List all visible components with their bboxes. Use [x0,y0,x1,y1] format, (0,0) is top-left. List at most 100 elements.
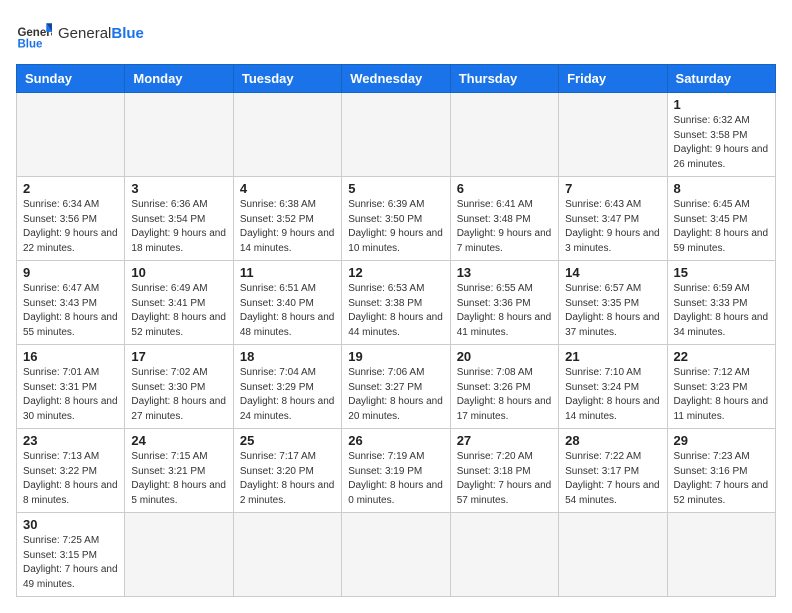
day-number: 8 [674,181,769,196]
day-number: 22 [674,349,769,364]
day-cell: 19Sunrise: 7:06 AM Sunset: 3:27 PM Dayli… [342,345,450,429]
day-info: Sunrise: 7:01 AM Sunset: 3:31 PM Dayligh… [23,366,118,424]
day-cell: 6 Sunrise: 6:41 AM Sunset: 3:48 PM Daylig… [450,177,558,261]
day-cell: 25Sunrise: 7:17 AM Sunset: 3:20 PM Dayli… [233,429,341,513]
day-cell: 28 Sunrise: 7:22 AM Sunset: 3:17 PM Dayli… [559,429,667,513]
day-number: 1 [674,97,769,112]
day-info: Sunrise: 7:10 AM Sunset: 3:24 PM Dayligh… [565,366,660,424]
day-cell: 12Sunrise: 6:53 AM Sunset: 3:38 PM Dayli… [342,261,450,345]
week-row-1: 2 Sunrise: 6:34 AM Sunset: 3:56 PM Daylig… [17,177,776,261]
day-number: 14 [565,265,660,280]
day-cell: 22 Sunrise: 7:12 AM Sunset: 3:23 PM Dayli… [667,345,775,429]
day-number: 11 [240,265,335,280]
day-info: Sunrise: 6:38 AM Sunset: 3:52 PM Dayligh… [240,198,335,256]
day-info: Sunrise: 6:32 AM Sunset: 3:58 PM Dayligh… [674,114,769,172]
day-cell: 21Sunrise: 7:10 AM Sunset: 3:24 PM Dayli… [559,345,667,429]
day-cell: 2 Sunrise: 6:34 AM Sunset: 3:56 PM Daylig… [17,177,125,261]
day-cell: 10Sunrise: 6:49 AM Sunset: 3:41 PM Dayli… [125,261,233,345]
day-info: Sunrise: 6:55 AM Sunset: 3:36 PM Dayligh… [457,282,552,340]
day-cell: 8 Sunrise: 6:45 AM Sunset: 3:45 PM Daylig… [667,177,775,261]
day-cell: 5 Sunrise: 6:39 AM Sunset: 3:50 PM Daylig… [342,177,450,261]
day-info: Sunrise: 6:43 AM Sunset: 3:47 PM Dayligh… [565,198,660,256]
day-cell [125,513,233,597]
day-cell [450,513,558,597]
day-number: 26 [348,433,443,448]
day-number: 15 [674,265,769,280]
day-cell: 7Sunrise: 6:43 AM Sunset: 3:47 PM Daylig… [559,177,667,261]
day-info: Sunrise: 7:08 AM Sunset: 3:26 PM Dayligh… [457,366,552,424]
day-info: Sunrise: 6:47 AM Sunset: 3:43 PM Dayligh… [23,282,118,340]
day-cell: 26 Sunrise: 7:19 AM Sunset: 3:19 PM Dayli… [342,429,450,513]
calendar-table: SundayMondayTuesdayWednesdayThursdayFrid… [16,64,776,597]
day-info: Sunrise: 6:53 AM Sunset: 3:38 PM Dayligh… [348,282,443,340]
day-number: 18 [240,349,335,364]
weekday-header-tuesday: Tuesday [233,65,341,93]
day-cell: 30 Sunrise: 7:25 AM Sunset: 3:15 PM Dayli… [17,513,125,597]
day-info: Sunrise: 7:19 AM Sunset: 3:19 PM Dayligh… [348,450,443,508]
day-number: 3 [131,181,226,196]
day-number: 6 [457,181,552,196]
day-info: Sunrise: 6:36 AM Sunset: 3:54 PM Dayligh… [131,198,226,256]
day-info: Sunrise: 7:12 AM Sunset: 3:23 PM Dayligh… [674,366,769,424]
weekday-header-friday: Friday [559,65,667,93]
day-info: Sunrise: 6:45 AM Sunset: 3:45 PM Dayligh… [674,198,769,256]
day-cell: 11Sunrise: 6:51 AM Sunset: 3:40 PM Dayli… [233,261,341,345]
page-header: General Blue GeneralBlue [16,16,776,52]
day-info: Sunrise: 7:13 AM Sunset: 3:22 PM Dayligh… [23,450,118,508]
day-cell: 29Sunrise: 7:23 AM Sunset: 3:16 PM Dayli… [667,429,775,513]
day-number: 20 [457,349,552,364]
day-cell [342,93,450,177]
day-number: 28 [565,433,660,448]
day-cell: 17Sunrise: 7:02 AM Sunset: 3:30 PM Dayli… [125,345,233,429]
day-info: Sunrise: 7:20 AM Sunset: 3:18 PM Dayligh… [457,450,552,508]
weekday-header-saturday: Saturday [667,65,775,93]
logo-general: General [58,25,111,42]
day-cell: 9Sunrise: 6:47 AM Sunset: 3:43 PM Daylig… [17,261,125,345]
day-cell [17,93,125,177]
day-number: 2 [23,181,118,196]
day-cell [233,93,341,177]
day-number: 16 [23,349,118,364]
day-info: Sunrise: 6:39 AM Sunset: 3:50 PM Dayligh… [348,198,443,256]
day-cell: 13 Sunrise: 6:55 AM Sunset: 3:36 PM Dayli… [450,261,558,345]
day-info: Sunrise: 6:41 AM Sunset: 3:48 PM Dayligh… [457,198,552,256]
day-number: 5 [348,181,443,196]
week-row-0: 1 Sunrise: 6:32 AM Sunset: 3:58 PM Daylig… [17,93,776,177]
day-cell: 15 Sunrise: 6:59 AM Sunset: 3:33 PM Dayli… [667,261,775,345]
weekday-header-wednesday: Wednesday [342,65,450,93]
logo-icon: General Blue [16,16,52,52]
day-cell [342,513,450,597]
day-number: 13 [457,265,552,280]
day-cell: 16 Sunrise: 7:01 AM Sunset: 3:31 PM Dayli… [17,345,125,429]
weekday-header-sunday: Sunday [17,65,125,93]
day-cell [559,93,667,177]
day-cell: 18Sunrise: 7:04 AM Sunset: 3:29 PM Dayli… [233,345,341,429]
day-info: Sunrise: 7:02 AM Sunset: 3:30 PM Dayligh… [131,366,226,424]
week-row-4: 23Sunrise: 7:13 AM Sunset: 3:22 PM Dayli… [17,429,776,513]
logo-blue: Blue [111,25,144,42]
day-cell: 3 Sunrise: 6:36 AM Sunset: 3:54 PM Daylig… [125,177,233,261]
day-cell [450,93,558,177]
svg-text:Blue: Blue [17,39,43,51]
day-number: 19 [348,349,443,364]
weekday-header-thursday: Thursday [450,65,558,93]
day-cell [559,513,667,597]
week-row-2: 9Sunrise: 6:47 AM Sunset: 3:43 PM Daylig… [17,261,776,345]
day-cell [125,93,233,177]
day-info: Sunrise: 7:23 AM Sunset: 3:16 PM Dayligh… [674,450,769,508]
weekday-header-row: SundayMondayTuesdayWednesdayThursdayFrid… [17,65,776,93]
day-info: Sunrise: 7:25 AM Sunset: 3:15 PM Dayligh… [23,534,118,592]
day-cell: 20 Sunrise: 7:08 AM Sunset: 3:26 PM Dayli… [450,345,558,429]
day-number: 4 [240,181,335,196]
weekday-header-monday: Monday [125,65,233,93]
day-cell: 24Sunrise: 7:15 AM Sunset: 3:21 PM Dayli… [125,429,233,513]
day-info: Sunrise: 7:15 AM Sunset: 3:21 PM Dayligh… [131,450,226,508]
day-info: Sunrise: 6:59 AM Sunset: 3:33 PM Dayligh… [674,282,769,340]
day-cell: 14Sunrise: 6:57 AM Sunset: 3:35 PM Dayli… [559,261,667,345]
day-info: Sunrise: 7:22 AM Sunset: 3:17 PM Dayligh… [565,450,660,508]
day-number: 30 [23,517,118,532]
day-cell [233,513,341,597]
day-cell [667,513,775,597]
day-info: Sunrise: 6:34 AM Sunset: 3:56 PM Dayligh… [23,198,118,256]
day-cell: 1 Sunrise: 6:32 AM Sunset: 3:58 PM Daylig… [667,93,775,177]
